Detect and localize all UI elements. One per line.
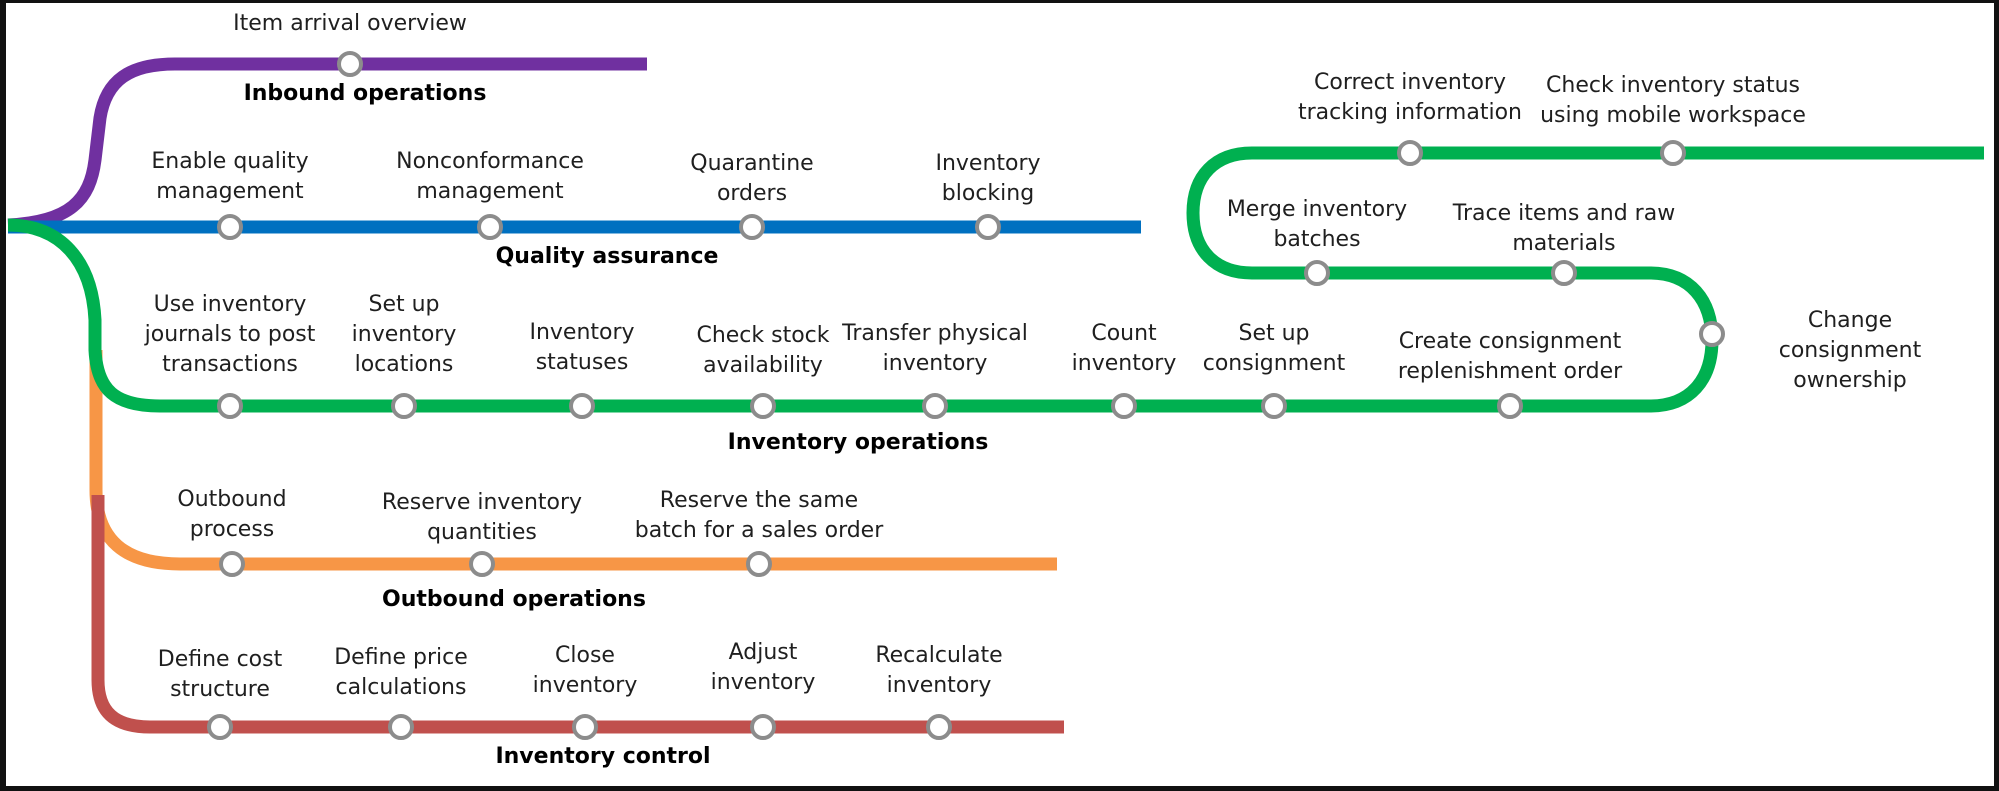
station-marker[interactable] <box>922 393 948 419</box>
station-label: Set up consignment <box>1202 321 1346 376</box>
station-label: Set up inventory locations <box>351 292 457 377</box>
station-marker[interactable] <box>469 551 495 577</box>
station-label: Define price calculations <box>334 645 468 700</box>
station-label: Check inventory status using mobile work… <box>1540 73 1806 128</box>
line-title-inventory: Inventory operations <box>727 430 989 455</box>
line-title-outbound: Outbound operations <box>382 587 646 612</box>
station-marker[interactable] <box>388 714 414 740</box>
line-title-quality: Quality assurance <box>495 244 719 269</box>
station-marker[interactable] <box>219 551 245 577</box>
station-marker[interactable] <box>1397 140 1423 166</box>
station-marker[interactable] <box>1551 260 1577 286</box>
station-label: Inventory blocking <box>935 151 1041 206</box>
station-label: Item arrival overview <box>233 11 467 36</box>
station-label: Correct inventory tracking information <box>1298 70 1522 125</box>
station-label: Nonconformance management <box>396 149 584 204</box>
station-marker[interactable] <box>217 393 243 419</box>
station-marker[interactable] <box>337 51 363 77</box>
station-marker[interactable] <box>926 714 952 740</box>
station-marker[interactable] <box>477 214 503 240</box>
station-marker[interactable] <box>391 393 417 419</box>
station-marker[interactable] <box>975 214 1001 240</box>
station-marker[interactable] <box>217 214 243 240</box>
station-marker[interactable] <box>746 551 772 577</box>
station-label: Create consignment replenishment order <box>1397 329 1623 384</box>
station-label: Use inventory journals to post transacti… <box>144 292 316 377</box>
station-marker[interactable] <box>1111 393 1137 419</box>
station-marker[interactable] <box>569 393 595 419</box>
station-label: Enable quality management <box>151 149 309 204</box>
station-label: Outbound process <box>177 487 287 542</box>
station-label: Define cost structure <box>157 647 283 702</box>
station-marker[interactable] <box>750 714 776 740</box>
station-label: Count inventory <box>1071 321 1177 376</box>
station-label: Transfer physical inventory <box>842 321 1028 376</box>
station-label: Recalculate inventory <box>875 643 1003 698</box>
line-title-control: Inventory control <box>495 744 711 769</box>
station-label: Reserve the same batch for a sales order <box>634 488 884 543</box>
line-title-inbound: Inbound operations <box>243 81 487 106</box>
station-marker[interactable] <box>1304 260 1330 286</box>
station-marker[interactable] <box>750 393 776 419</box>
station-label: Close inventory <box>532 643 638 698</box>
station-label: Quarantine orders <box>690 151 814 206</box>
station-label: Inventory statuses <box>529 320 635 375</box>
station-label: Reserve inventory quantities <box>381 490 583 545</box>
station-marker[interactable] <box>1261 393 1287 419</box>
station-label: Adjust inventory <box>710 640 816 695</box>
station-label: Check stock availability <box>696 323 830 378</box>
station-marker[interactable] <box>739 214 765 240</box>
station-marker[interactable] <box>572 714 598 740</box>
station-label: Merge inventory batches <box>1226 197 1408 252</box>
station-marker[interactable] <box>1660 140 1686 166</box>
station-label: Change consignment ownership <box>1778 308 1922 393</box>
station-marker[interactable] <box>1497 393 1523 419</box>
station-label: Trace items and raw materials <box>1452 201 1676 256</box>
station-marker[interactable] <box>1699 321 1725 347</box>
station-marker[interactable] <box>207 714 233 740</box>
